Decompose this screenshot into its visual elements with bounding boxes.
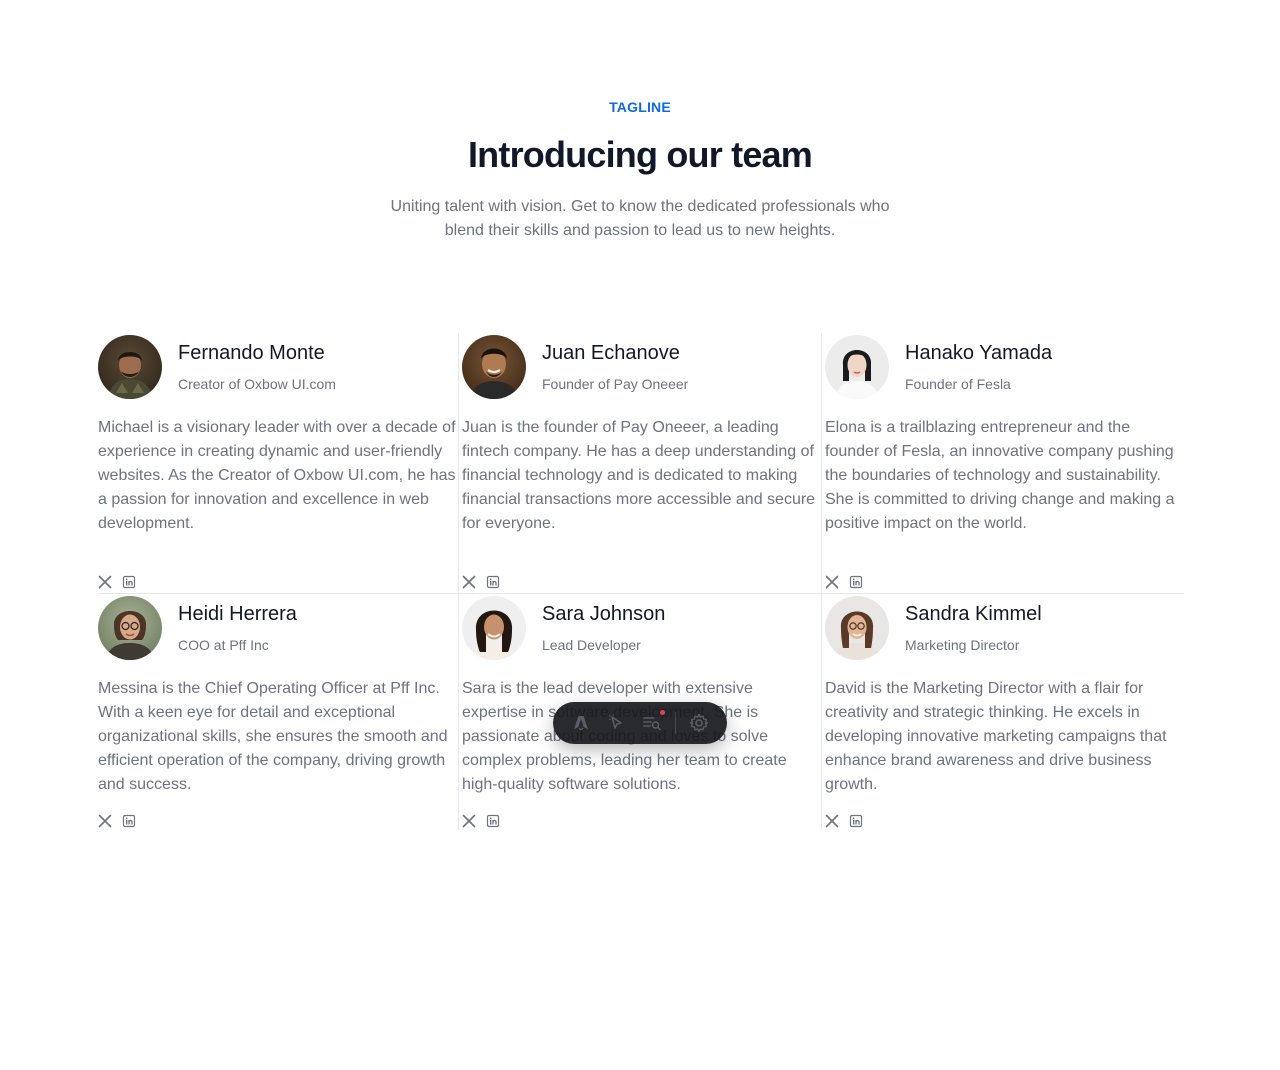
person-role: Creator of Oxbow UI.com bbox=[178, 376, 336, 392]
team-card: Juan Echanove Founder of Pay Oneeer Juan… bbox=[458, 334, 821, 593]
person-bio: Juan is the founder of Pay Oneeer, a lea… bbox=[462, 419, 816, 532]
audit-icon bbox=[643, 717, 662, 731]
social-links bbox=[825, 814, 863, 828]
person-info: Hanako Yamada Founder of Fesla bbox=[905, 334, 1052, 393]
avatar bbox=[462, 596, 526, 660]
person-role: Marketing Director bbox=[905, 637, 1020, 653]
person-info: Fernando Monte Creator of Oxbow UI.com bbox=[178, 334, 336, 393]
audit-button[interactable] bbox=[639, 710, 666, 736]
x-icon[interactable] bbox=[462, 575, 476, 589]
inspect-button[interactable] bbox=[604, 710, 630, 736]
person-info: Juan Echanove Founder of Pay Oneeer bbox=[542, 334, 688, 393]
person-role: Lead Developer bbox=[542, 637, 641, 653]
social-links bbox=[98, 814, 136, 828]
section-title: Introducing our team bbox=[467, 134, 813, 175]
person-name: Fernando Monte bbox=[178, 342, 325, 364]
linkedin-icon[interactable] bbox=[849, 575, 863, 589]
person-role: COO at Pff Inc bbox=[178, 637, 269, 653]
person-role: Founder of Fesla bbox=[905, 376, 1011, 392]
card-header: Juan Echanove Founder of Pay Oneeer bbox=[462, 334, 821, 400]
team-card: Sandra Kimmel Marketing Director David i… bbox=[821, 593, 1184, 830]
person-name: Hanako Yamada bbox=[905, 342, 1053, 364]
section-header: TAGLINE Introducing our team Uniting tal… bbox=[0, 98, 1280, 243]
team-section: TAGLINE Introducing our team Uniting tal… bbox=[0, 0, 1280, 1070]
tagline: TAGLINE bbox=[609, 99, 671, 115]
card-header: Sara Johnson Lead Developer bbox=[462, 595, 821, 661]
section-subtitle: Uniting talent with vision. Get to know … bbox=[390, 198, 890, 239]
astro-menu-button[interactable] bbox=[568, 710, 594, 736]
linkedin-icon[interactable] bbox=[849, 814, 863, 828]
card-header: Heidi Herrera COO at Pff Inc bbox=[98, 595, 458, 661]
notification-dot bbox=[660, 710, 666, 715]
linkedin-icon[interactable] bbox=[486, 814, 500, 828]
avatar bbox=[825, 335, 889, 399]
toolbar-divider bbox=[675, 712, 677, 734]
person-name: Juan Echanove bbox=[542, 342, 680, 364]
social-links bbox=[98, 575, 136, 589]
team-card: Hanako Yamada Founder of Fesla Elona is … bbox=[821, 334, 1184, 593]
avatar bbox=[98, 335, 162, 399]
person-bio: Messina is the Chief Operating Officer a… bbox=[98, 680, 448, 793]
settings-button[interactable] bbox=[686, 710, 712, 736]
astro-logo-icon bbox=[573, 716, 588, 731]
social-links bbox=[825, 575, 863, 589]
x-icon[interactable] bbox=[825, 575, 839, 589]
social-links bbox=[462, 814, 500, 828]
avatar bbox=[462, 335, 526, 399]
x-icon[interactable] bbox=[462, 814, 476, 828]
card-header: Sandra Kimmel Marketing Director bbox=[825, 595, 1184, 661]
person-bio: Elona is a trailblazing entrepreneur and… bbox=[825, 419, 1175, 532]
person-name: Heidi Herrera bbox=[178, 603, 297, 625]
team-card: Heidi Herrera COO at Pff Inc Messina is … bbox=[97, 593, 458, 830]
person-role: Founder of Pay Oneeer bbox=[542, 376, 689, 392]
person-info: Sara Johnson Lead Developer bbox=[542, 595, 665, 654]
card-header: Fernando Monte Creator of Oxbow UI.com bbox=[98, 334, 458, 400]
person-name: Sara Johnson bbox=[542, 603, 666, 625]
card-header: Hanako Yamada Founder of Fesla bbox=[825, 334, 1184, 400]
team-card: Fernando Monte Creator of Oxbow UI.com M… bbox=[97, 334, 458, 593]
social-links bbox=[462, 575, 500, 589]
team-grid: Fernando Monte Creator of Oxbow UI.com M… bbox=[97, 334, 1184, 830]
person-info: Sandra Kimmel Marketing Director bbox=[905, 595, 1042, 654]
x-icon[interactable] bbox=[825, 814, 839, 828]
inspect-cursor-icon bbox=[608, 714, 622, 729]
person-bio: Michael is a visionary leader with over … bbox=[98, 419, 456, 532]
linkedin-icon[interactable] bbox=[122, 814, 136, 828]
linkedin-icon[interactable] bbox=[486, 575, 500, 589]
person-name: Sandra Kimmel bbox=[905, 603, 1042, 625]
dev-toolbar bbox=[553, 702, 727, 744]
x-icon[interactable] bbox=[98, 575, 112, 589]
avatar bbox=[825, 596, 889, 660]
avatar bbox=[98, 596, 162, 660]
x-icon[interactable] bbox=[98, 814, 112, 828]
settings-gear-icon bbox=[689, 713, 709, 733]
linkedin-icon[interactable] bbox=[122, 575, 136, 589]
person-info: Heidi Herrera COO at Pff Inc bbox=[178, 595, 297, 654]
person-bio: David is the Marketing Director with a f… bbox=[825, 680, 1167, 793]
